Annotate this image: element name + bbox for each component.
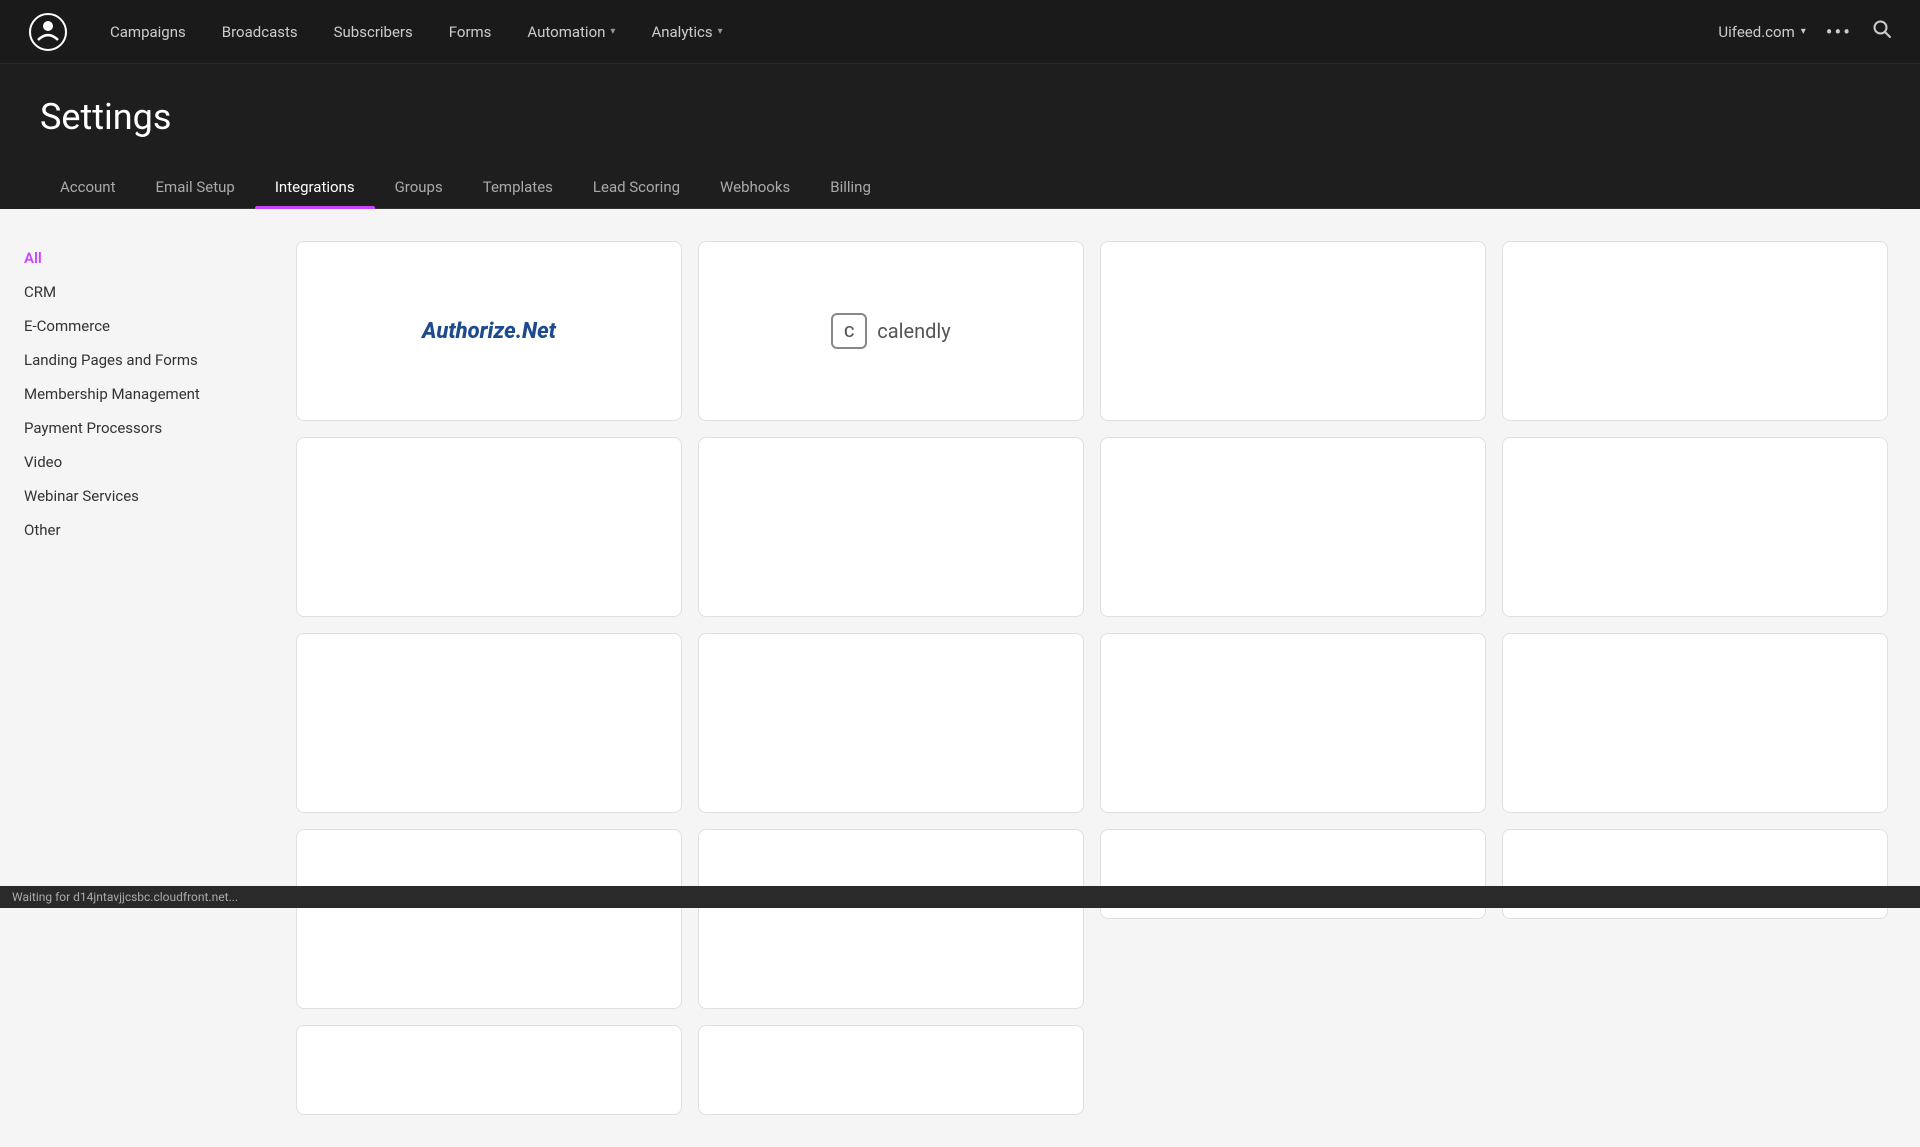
authorize-net-text: Authorize.Net — [422, 319, 556, 344]
automation-chevron: ▾ — [610, 26, 615, 37]
sidebar-item-landing-pages[interactable]: Landing Pages and Forms — [24, 343, 256, 377]
tab-webhooks[interactable]: Webhooks — [700, 166, 810, 208]
status-bar: Waiting for d14jntavjjcsbc.cloudfront.ne… — [0, 886, 1920, 908]
site-name: Uifeed.com — [1718, 23, 1794, 41]
nav-forms[interactable]: Forms — [435, 15, 506, 49]
integration-card-12[interactable] — [1502, 633, 1888, 813]
integration-card-3[interactable] — [1100, 241, 1486, 421]
sidebar: All CRM E-Commerce Landing Pages and For… — [0, 209, 280, 1147]
site-selector[interactable]: Uifeed.com ▾ — [1718, 23, 1805, 41]
tab-templates[interactable]: Templates — [463, 166, 573, 208]
tab-billing[interactable]: Billing — [810, 166, 891, 208]
nav-campaigns[interactable]: Campaigns — [96, 15, 200, 49]
calendly-text: calendly — [877, 319, 950, 343]
tab-account[interactable]: Account — [40, 166, 136, 208]
integration-card-7[interactable] — [1100, 437, 1486, 617]
sidebar-item-video[interactable]: Video — [24, 445, 256, 479]
navbar-right: Uifeed.com ▾ ••• — [1718, 19, 1892, 44]
tab-groups[interactable]: Groups — [375, 166, 463, 208]
integration-card-18[interactable] — [698, 1025, 1084, 1115]
integration-card-17[interactable] — [296, 1025, 682, 1115]
sidebar-item-webinar[interactable]: Webinar Services — [24, 479, 256, 513]
settings-body: All CRM E-Commerce Landing Pages and For… — [0, 209, 1920, 1147]
nav-subscribers[interactable]: Subscribers — [320, 15, 427, 49]
page-header: Settings Account Email Setup Integration… — [0, 64, 1920, 209]
sidebar-item-crm[interactable]: CRM — [24, 275, 256, 309]
authorize-net-logo: Authorize.Net — [422, 319, 556, 344]
integration-card-calendly[interactable]: C calendly — [698, 241, 1084, 421]
sidebar-item-payment[interactable]: Payment Processors — [24, 411, 256, 445]
calendly-logo: C calendly — [831, 313, 950, 349]
integration-card-14[interactable] — [698, 829, 1084, 1009]
sidebar-item-other[interactable]: Other — [24, 513, 256, 547]
integration-card-authorize-net[interactable]: Authorize.Net — [296, 241, 682, 421]
nav-broadcasts[interactable]: Broadcasts — [208, 15, 312, 49]
integration-card-13[interactable] — [296, 829, 682, 1009]
integration-card-6[interactable] — [698, 437, 1084, 617]
sidebar-item-ecommerce[interactable]: E-Commerce — [24, 309, 256, 343]
tab-email-setup[interactable]: Email Setup — [136, 166, 255, 208]
nav-analytics[interactable]: Analytics ▾ — [637, 15, 736, 49]
integration-card-11[interactable] — [1100, 633, 1486, 813]
status-text: Waiting for d14jntavjjcsbc.cloudfront.ne… — [12, 890, 238, 904]
analytics-chevron: ▾ — [718, 26, 723, 37]
integration-card-5[interactable] — [296, 437, 682, 617]
navbar: Campaigns Broadcasts Subscribers Forms A… — [0, 0, 1920, 64]
integration-card-9[interactable] — [296, 633, 682, 813]
logo[interactable] — [28, 12, 68, 52]
nav-links: Campaigns Broadcasts Subscribers Forms A… — [96, 15, 1718, 49]
integrations-grid: Authorize.Net C calendly — [296, 241, 1888, 1115]
integration-card-10[interactable] — [698, 633, 1084, 813]
settings-tabs: Account Email Setup Integrations Groups … — [40, 166, 1880, 209]
tab-lead-scoring[interactable]: Lead Scoring — [573, 166, 700, 208]
integration-card-8[interactable] — [1502, 437, 1888, 617]
calendly-icon: C — [831, 313, 867, 349]
tab-integrations[interactable]: Integrations — [255, 166, 375, 208]
sidebar-item-all[interactable]: All — [24, 241, 256, 275]
sidebar-item-membership[interactable]: Membership Management — [24, 377, 256, 411]
integration-card-4[interactable] — [1502, 241, 1888, 421]
site-chevron: ▾ — [1801, 26, 1806, 37]
page-title: Settings — [40, 96, 1880, 138]
nav-automation[interactable]: Automation ▾ — [513, 15, 629, 49]
search-button[interactable] — [1872, 19, 1892, 44]
integrations-area: Authorize.Net C calendly — [280, 209, 1920, 1147]
more-options-button[interactable]: ••• — [1826, 20, 1852, 44]
